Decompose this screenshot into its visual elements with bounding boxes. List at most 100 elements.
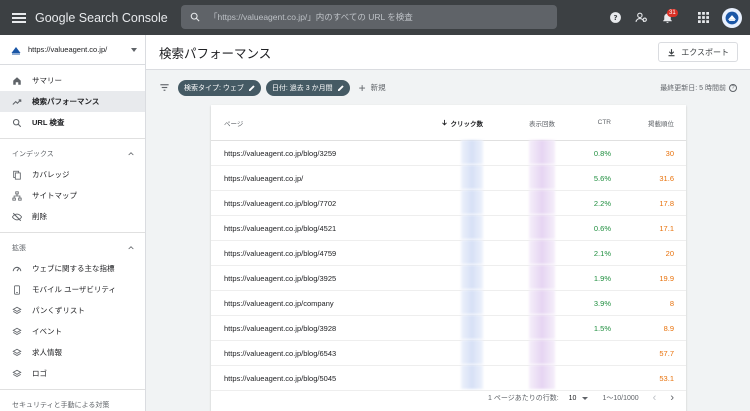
rows-per-page-select[interactable]: 10 bbox=[569, 395, 589, 402]
row-ctr: 1.9% bbox=[593, 273, 611, 283]
table-row[interactable]: https://valueagent.co.jp/blog/7702 2.2% 17… bbox=[211, 190, 686, 216]
nav-search-performance[interactable]: 検索パフォーマンス bbox=[0, 91, 145, 112]
filter-chip-search-type[interactable]: 検索タイプ: ウェブ bbox=[178, 79, 261, 96]
add-filter-button[interactable]: + 新規 bbox=[359, 81, 386, 95]
mobile-icon bbox=[14, 284, 20, 295]
nav-logos[interactable]: ロゴ bbox=[0, 363, 145, 384]
row-impressions-blurred bbox=[483, 215, 555, 241]
table-row[interactable]: https://valueagent.co.jp/company 3.9% 8 bbox=[211, 290, 686, 316]
download-icon bbox=[668, 48, 675, 56]
nav-job-postings[interactable]: 求人情報 bbox=[0, 342, 145, 363]
nav-breadcrumbs[interactable]: パンくずリスト bbox=[0, 300, 145, 321]
notification-count-badge: 31 bbox=[667, 8, 678, 17]
header-impressions[interactable]: 表示回数 bbox=[483, 118, 555, 128]
row-page-url: https://valueagent.co.jp/blog/7702 bbox=[224, 198, 337, 208]
manage-users-icon[interactable] bbox=[630, 7, 652, 29]
account-avatar[interactable] bbox=[722, 7, 742, 28]
row-impressions-blurred bbox=[483, 140, 555, 166]
nav-url-inspection[interactable]: URL 検査 bbox=[0, 112, 145, 133]
url-inspect-input[interactable] bbox=[209, 12, 557, 22]
apps-grid-icon[interactable] bbox=[692, 7, 714, 29]
nav-label: モバイル ユーザビリティ bbox=[32, 285, 116, 294]
row-page-url: https://valueagent.co.jp/blog/3928 bbox=[224, 323, 337, 333]
pages-table-card: ページ クリック数 表示回数 CTR 掲載順位 https://valueage… bbox=[211, 105, 686, 411]
layers-icon bbox=[12, 369, 22, 377]
row-clicks-blurred bbox=[411, 190, 483, 216]
header-clicks-label: クリック数 bbox=[450, 120, 484, 128]
divider bbox=[0, 389, 145, 390]
nav-label: ウェブに関する主な指標 bbox=[32, 264, 115, 273]
export-button[interactable]: エクスポート bbox=[658, 42, 738, 62]
section-title: インデックス bbox=[12, 151, 54, 158]
removal-icon bbox=[12, 212, 22, 221]
help-icon[interactable]: ? bbox=[604, 7, 626, 29]
trending-up-icon bbox=[12, 98, 22, 105]
app-title: Google Search Console bbox=[35, 10, 168, 25]
help-circle-icon[interactable]: ? bbox=[729, 83, 737, 92]
layers-icon bbox=[12, 327, 22, 335]
sitemap-icon bbox=[12, 190, 22, 201]
nav-label: 削除 bbox=[32, 212, 47, 221]
header-position[interactable]: 掲載順位 bbox=[611, 118, 674, 128]
section-index-toggle[interactable]: インデックス bbox=[0, 144, 145, 164]
layers-icon bbox=[12, 306, 22, 314]
table-row[interactable]: https://valueagent.co.jp/blog/3928 1.5% 8.… bbox=[211, 315, 686, 341]
row-page-url: https://valueagent.co.jp/blog/4521 bbox=[224, 223, 337, 233]
section-security-toggle[interactable]: セキュリティと手動による対策 bbox=[0, 395, 145, 411]
row-impressions-blurred bbox=[483, 240, 555, 266]
nav-label: 検索パフォーマンス bbox=[32, 97, 100, 106]
row-clicks-blurred bbox=[411, 215, 483, 241]
filter-icon[interactable] bbox=[159, 82, 170, 93]
nav-removals[interactable]: 削除 bbox=[0, 206, 145, 227]
next-page-icon[interactable]: › bbox=[670, 392, 674, 404]
row-clicks-blurred bbox=[411, 315, 483, 341]
row-impressions-blurred bbox=[483, 340, 555, 366]
plus-icon: + bbox=[358, 80, 366, 95]
nav-mobile-usability[interactable]: モバイル ユーザビリティ bbox=[0, 279, 145, 300]
row-ctr: 1.5% bbox=[593, 323, 611, 333]
row-clicks-blurred bbox=[411, 290, 483, 316]
table-row[interactable]: https://valueagent.co.jp/blog/4521 0.6% 17… bbox=[211, 215, 686, 241]
search-icon bbox=[190, 12, 200, 22]
hamburger-menu-icon[interactable] bbox=[12, 12, 26, 23]
layers-icon bbox=[12, 348, 22, 356]
row-impressions-blurred bbox=[483, 190, 555, 216]
table-header: ページ クリック数 表示回数 CTR 掲載順位 bbox=[211, 105, 686, 141]
row-position: 30 bbox=[665, 148, 674, 158]
row-page-url: https://valueagent.co.jp/blog/5045 bbox=[224, 373, 337, 383]
nav-coverage[interactable]: カバレッジ bbox=[0, 164, 145, 185]
prev-page-icon[interactable]: ‹ bbox=[653, 392, 657, 404]
row-ctr: 2.1% bbox=[593, 248, 611, 258]
header-ctr[interactable]: CTR bbox=[555, 119, 611, 126]
row-position: 53.1 bbox=[659, 373, 674, 383]
table-row[interactable]: https://valueagent.co.jp/blog/6543 57.7 bbox=[211, 340, 686, 366]
table-row[interactable]: https://valueagent.co.jp/blog/3259 0.8% 30 bbox=[211, 140, 686, 166]
table-row[interactable]: https://valueagent.co.jp/blog/3925 1.9% 19… bbox=[211, 265, 686, 291]
nav-events[interactable]: イベント bbox=[0, 321, 145, 342]
row-page-url: https://valueagent.co.jp/blog/3259 bbox=[224, 148, 337, 158]
rows-per-page-label: 1 ページあたりの行数: bbox=[488, 395, 559, 402]
nav-core-web-vitals[interactable]: ウェブに関する主な指標 bbox=[0, 258, 145, 279]
row-page-url: https://valueagent.co.jp/ bbox=[224, 173, 304, 183]
chevron-up-icon bbox=[128, 152, 134, 156]
chevron-up-icon bbox=[128, 246, 134, 250]
header-page[interactable]: ページ bbox=[211, 118, 411, 128]
url-inspect-search-bar[interactable] bbox=[181, 5, 557, 29]
page-title: 検索パフォーマンス bbox=[159, 46, 272, 61]
property-logo-icon bbox=[11, 46, 21, 54]
section-title: セキュリティと手動による対策 bbox=[12, 402, 110, 409]
property-selector[interactable]: https://valueagent.co.jp/ bbox=[0, 35, 145, 65]
table-row[interactable]: https://valueagent.co.jp/blog/4759 2.1% 20 bbox=[211, 240, 686, 266]
row-position: 8.9 bbox=[663, 323, 674, 333]
notifications-bell-icon[interactable]: 31 bbox=[656, 7, 678, 29]
header-clicks[interactable]: クリック数 bbox=[411, 118, 483, 128]
nav-sitemaps[interactable]: サイトマップ bbox=[0, 185, 145, 206]
section-enhancements-toggle[interactable]: 拡張 bbox=[0, 238, 145, 258]
divider bbox=[0, 232, 145, 233]
row-page-url: https://valueagent.co.jp/blog/3925 bbox=[224, 273, 337, 283]
nav-label: サマリー bbox=[32, 76, 62, 85]
table-row[interactable]: https://valueagent.co.jp/5.6% 31.6 bbox=[211, 165, 686, 191]
nav-label: URL 検査 bbox=[32, 118, 65, 127]
nav-summary[interactable]: サマリー bbox=[0, 70, 145, 91]
filter-chip-date[interactable]: 日付: 過去 3 か月間 bbox=[265, 79, 350, 96]
